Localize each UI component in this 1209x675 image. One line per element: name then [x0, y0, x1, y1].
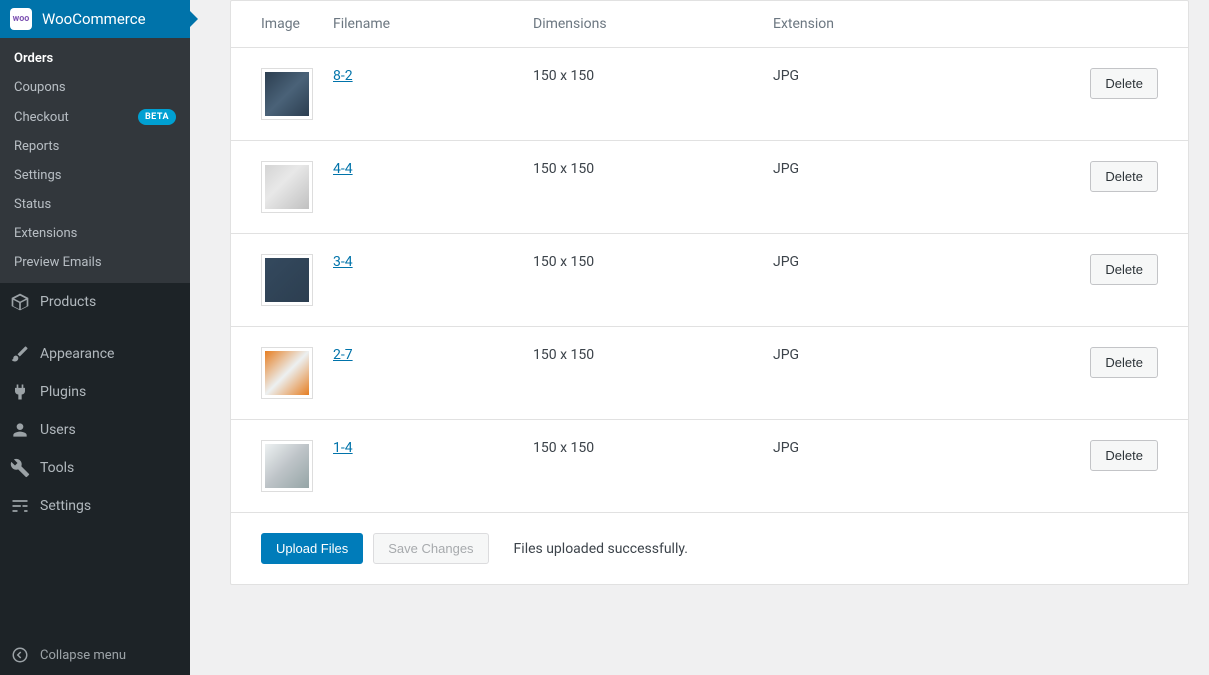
dimensions-value: 150 x 150 — [523, 234, 763, 327]
extension-value: JPG — [763, 48, 963, 141]
filename-link[interactable]: 3-4 — [333, 254, 353, 270]
extension-value: JPG — [763, 327, 963, 420]
submenu-item-preview-emails[interactable]: Preview Emails — [0, 248, 190, 277]
extension-value: JPG — [763, 234, 963, 327]
submenu-item-settings[interactable]: Settings — [0, 161, 190, 190]
column-header-dimensions: Dimensions — [523, 1, 763, 48]
submenu-label: Reports — [14, 139, 59, 154]
delete-button[interactable]: Delete — [1090, 161, 1158, 192]
menu-item-plugins[interactable]: Plugins — [0, 373, 190, 411]
collapse-label: Collapse menu — [40, 648, 126, 663]
submenu-item-status[interactable]: Status — [0, 190, 190, 219]
column-header-extension: Extension — [763, 1, 963, 48]
brush-icon — [10, 344, 30, 364]
beta-badge: BETA — [138, 109, 176, 125]
footer-actions: Upload Files Save Changes Files uploaded… — [231, 512, 1188, 584]
dimensions-value: 150 x 150 — [523, 48, 763, 141]
menu-label: Users — [40, 422, 76, 438]
submenu-item-checkout[interactable]: Checkout BETA — [0, 102, 190, 132]
main-content: Image Filename Dimensions Extension 8-2 … — [190, 0, 1209, 675]
image-thumbnail[interactable] — [261, 161, 313, 213]
delete-button[interactable]: Delete — [1090, 440, 1158, 471]
menu-item-products[interactable]: Products — [0, 283, 190, 321]
submenu-label: Checkout — [14, 110, 69, 125]
image-thumbnail[interactable] — [261, 347, 313, 399]
table-row: 4-4 150 x 150 JPG Delete — [231, 141, 1188, 234]
column-header-image: Image — [231, 1, 323, 48]
extension-value: JPG — [763, 420, 963, 513]
submenu-label: Extensions — [14, 226, 77, 241]
dimensions-value: 150 x 150 — [523, 420, 763, 513]
menu-label: Appearance — [40, 346, 114, 362]
collapse-menu-button[interactable]: Collapse menu — [0, 635, 190, 675]
menu-item-appearance[interactable]: Appearance — [0, 335, 190, 373]
submenu-label: Settings — [14, 168, 61, 183]
menu-label: Plugins — [40, 384, 86, 400]
menu-item-settings[interactable]: Settings — [0, 487, 190, 525]
user-icon — [10, 420, 30, 440]
submenu-item-reports[interactable]: Reports — [0, 132, 190, 161]
menu-label: Products — [40, 294, 96, 310]
dimensions-value: 150 x 150 — [523, 327, 763, 420]
submenu-item-extensions[interactable]: Extensions — [0, 219, 190, 248]
files-panel: Image Filename Dimensions Extension 8-2 … — [230, 0, 1189, 585]
menu-item-tools[interactable]: Tools — [0, 449, 190, 487]
image-thumbnail[interactable] — [261, 254, 313, 306]
upload-files-button[interactable]: Upload Files — [261, 533, 363, 564]
table-row: 3-4 150 x 150 JPG Delete — [231, 234, 1188, 327]
image-thumbnail[interactable] — [261, 68, 313, 120]
delete-button[interactable]: Delete — [1090, 68, 1158, 99]
dimensions-value: 150 x 150 — [523, 141, 763, 234]
wrench-icon — [10, 458, 30, 478]
sidebar-section-label: WooCommerce — [42, 10, 146, 28]
filename-link[interactable]: 8-2 — [333, 68, 353, 84]
files-table: Image Filename Dimensions Extension 8-2 … — [231, 1, 1188, 512]
menu-label: Settings — [40, 498, 91, 514]
filename-link[interactable]: 1-4 — [333, 440, 353, 456]
table-row: 1-4 150 x 150 JPG Delete — [231, 420, 1188, 513]
status-message: Files uploaded successfully. — [514, 541, 688, 557]
collapse-icon — [10, 645, 30, 665]
filename-link[interactable]: 4-4 — [333, 161, 353, 177]
table-row: 2-7 150 x 150 JPG Delete — [231, 327, 1188, 420]
extension-value: JPG — [763, 141, 963, 234]
box-icon — [10, 292, 30, 312]
image-thumbnail[interactable] — [261, 440, 313, 492]
column-header-actions — [963, 1, 1188, 48]
column-header-filename: Filename — [323, 1, 523, 48]
plug-icon — [10, 382, 30, 402]
menu-item-users[interactable]: Users — [0, 411, 190, 449]
woocommerce-icon: woo — [10, 8, 32, 30]
delete-button[interactable]: Delete — [1090, 347, 1158, 378]
save-changes-button[interactable]: Save Changes — [373, 533, 488, 564]
filename-link[interactable]: 2-7 — [333, 347, 353, 363]
submenu-label: Orders — [14, 51, 53, 66]
submenu-item-coupons[interactable]: Coupons — [0, 73, 190, 102]
sliders-icon — [10, 496, 30, 516]
delete-button[interactable]: Delete — [1090, 254, 1158, 285]
table-row: 8-2 150 x 150 JPG Delete — [231, 48, 1188, 141]
submenu-label: Status — [14, 197, 51, 212]
sidebar-section-woocommerce[interactable]: woo WooCommerce — [0, 0, 190, 38]
submenu-item-orders[interactable]: Orders — [0, 44, 190, 73]
submenu-label: Coupons — [14, 80, 66, 95]
admin-sidebar: woo WooCommerce Orders Coupons Checkout … — [0, 0, 190, 675]
submenu-label: Preview Emails — [14, 255, 102, 270]
menu-label: Tools — [40, 460, 74, 476]
woocommerce-submenu: Orders Coupons Checkout BETA Reports Set… — [0, 38, 190, 283]
